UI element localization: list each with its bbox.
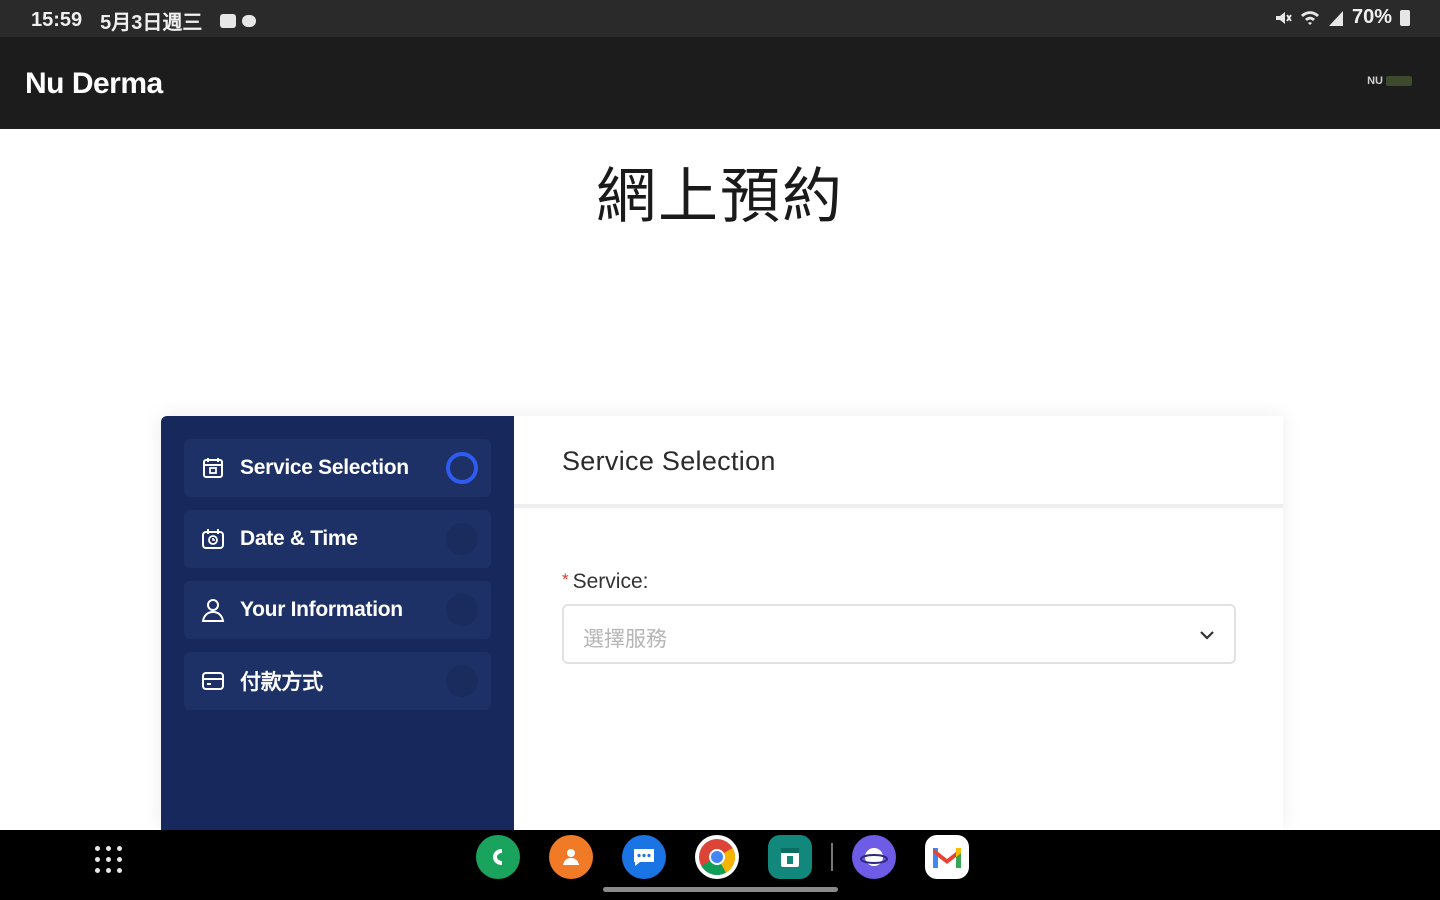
step-indicator <box>446 665 478 697</box>
brand-logo-mark <box>1386 76 1412 86</box>
app-drawer-icon[interactable] <box>95 846 123 874</box>
brand-logo[interactable]: NU <box>1367 75 1412 87</box>
home-indicator[interactable] <box>603 887 838 892</box>
page-title: 網上預約 <box>596 162 844 232</box>
service-select[interactable]: 選擇服務 <box>562 604 1236 664</box>
status-bar: 15:59 5月3日週三 70% <box>0 0 1440 37</box>
service-label-text: Service: <box>572 570 649 593</box>
step-indicator <box>446 594 478 626</box>
app-dock <box>476 835 998 879</box>
section-title: Service Selection <box>562 446 776 476</box>
step-your-information[interactable]: Your Information <box>184 581 491 639</box>
step-payment-method[interactable]: 付款方式 <box>184 652 491 710</box>
step-date-time[interactable]: Date & Time <box>184 510 491 568</box>
step-label: 付款方式 <box>240 671 323 694</box>
battery-icon <box>1400 9 1410 26</box>
status-left: 15:59 5月3日週三 <box>31 6 257 35</box>
user-icon <box>200 597 226 623</box>
steps-sidebar: Service Selection Date & Time Your Infor… <box>161 416 514 830</box>
messages-app-icon[interactable] <box>622 835 666 879</box>
status-date: 5月3日週三 <box>100 12 203 34</box>
content-header: Service Selection <box>514 416 1283 508</box>
samsung-internet-app-icon[interactable] <box>852 835 896 879</box>
step-content: Service Selection * Service: 選擇服務 <box>514 416 1283 830</box>
cloud-notification-icon <box>242 14 257 27</box>
chrome-app-icon[interactable] <box>695 835 739 879</box>
step-active-indicator <box>446 452 478 484</box>
phone-app-icon[interactable] <box>476 835 520 879</box>
wifi-icon <box>1300 10 1319 25</box>
status-time: 15:59 <box>31 9 83 31</box>
step-service-selection[interactable]: Service Selection <box>184 439 491 497</box>
step-label: Date & Time <box>240 527 358 550</box>
notification-icons <box>220 13 257 28</box>
step-indicator <box>446 523 478 555</box>
calendar-clock-icon <box>200 526 226 552</box>
app-title: Nu Derma <box>25 67 163 100</box>
service-select-placeholder: 選擇服務 <box>583 628 667 651</box>
step-label: Service Selection <box>240 456 409 479</box>
brand-logo-text: NU <box>1367 75 1383 87</box>
service-field-label: * Service: <box>562 570 648 594</box>
mute-icon <box>1275 11 1292 24</box>
credit-card-icon <box>200 668 226 694</box>
booking-widget: Service Selection Date & Time Your Infor… <box>161 416 1283 830</box>
step-label: Your Information <box>240 598 403 621</box>
app-bar: Nu Derma NU <box>0 37 1440 129</box>
status-right: 70% <box>1274 6 1410 29</box>
gallery-notification-icon <box>220 13 237 28</box>
gmail-app-icon[interactable] <box>925 835 969 879</box>
system-nav-bar <box>0 830 1440 900</box>
signal-icon <box>1328 10 1343 26</box>
required-asterisk: * <box>562 570 569 589</box>
calendar-app-icon[interactable] <box>768 835 812 879</box>
battery-percent: 70% <box>1351 6 1392 28</box>
contacts-app-icon[interactable] <box>549 835 593 879</box>
calendar-check-icon <box>200 455 226 481</box>
chevron-down-icon <box>1200 631 1214 640</box>
dock-separator <box>831 843 833 871</box>
